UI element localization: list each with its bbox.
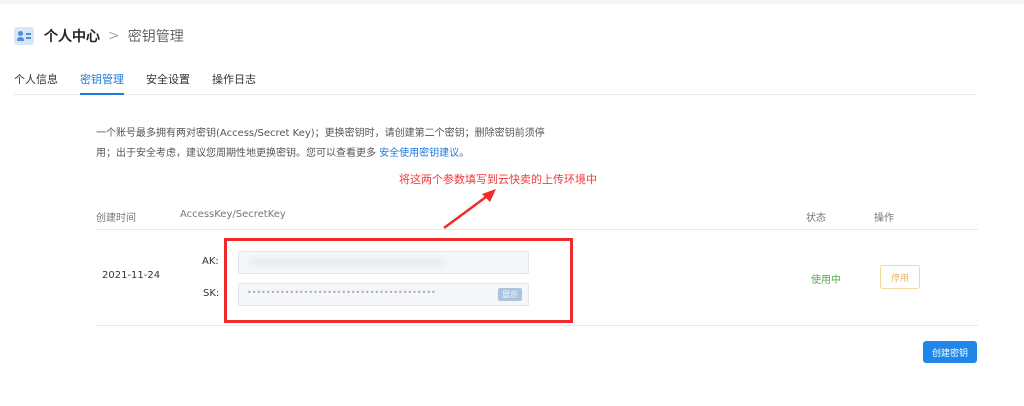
breadcrumb-current: 密钥管理 xyxy=(127,29,184,45)
header-created-time: 创建时间 xyxy=(96,213,136,224)
create-key-button[interactable]: 创建密钥 xyxy=(923,341,977,363)
tab-security-settings[interactable]: 安全设置 xyxy=(146,71,190,93)
top-bar xyxy=(0,0,1024,4)
header-action: 操作 xyxy=(874,213,894,224)
description-line-1: 一个账号最多拥有两对密钥(Access/Secret Key)；更换密钥时，请创… xyxy=(96,128,545,139)
disable-key-button[interactable]: 停用 xyxy=(880,265,920,289)
tab-bar: 个人信息 密钥管理 安全设置 操作日志 xyxy=(14,68,977,95)
security-advice-link[interactable]: 安全使用密钥建议 xyxy=(379,148,459,159)
annotation-note: 将这两个参数填写到云快卖的上传环境中 xyxy=(399,173,597,186)
page-title: 个人中心 xyxy=(44,29,100,45)
table-divider-bottom xyxy=(96,325,978,326)
description-line-2: 用；出于安全考虑，建议您周期性地更换密钥。您可以查看更多 安全使用密钥建议。 xyxy=(96,148,470,159)
header-status: 状态 xyxy=(806,213,826,224)
tab-key-management[interactable]: 密钥管理 xyxy=(80,71,124,95)
tab-operation-log[interactable]: 操作日志 xyxy=(212,71,256,93)
created-date: 2021-11-24 xyxy=(102,270,161,281)
table-divider xyxy=(96,229,978,230)
annotation-arrow-icon xyxy=(443,189,496,230)
id-card-icon xyxy=(14,27,34,45)
ak-label: AK: xyxy=(202,256,219,267)
header-access-secret-key: AccessKey/SecretKey xyxy=(180,209,286,220)
annotation-highlight-box xyxy=(224,238,573,323)
description-text: 一个账号最多拥有两对密钥(Access/Secret Key)；更换密钥时，请创… xyxy=(96,124,566,164)
sk-label: SK: xyxy=(203,288,220,299)
breadcrumb-chevron-icon: > xyxy=(108,28,120,44)
page-header: 个人中心 > 密钥管理 xyxy=(14,24,184,48)
status-badge: 使用中 xyxy=(811,275,841,286)
tab-personal-info[interactable]: 个人信息 xyxy=(14,71,58,93)
